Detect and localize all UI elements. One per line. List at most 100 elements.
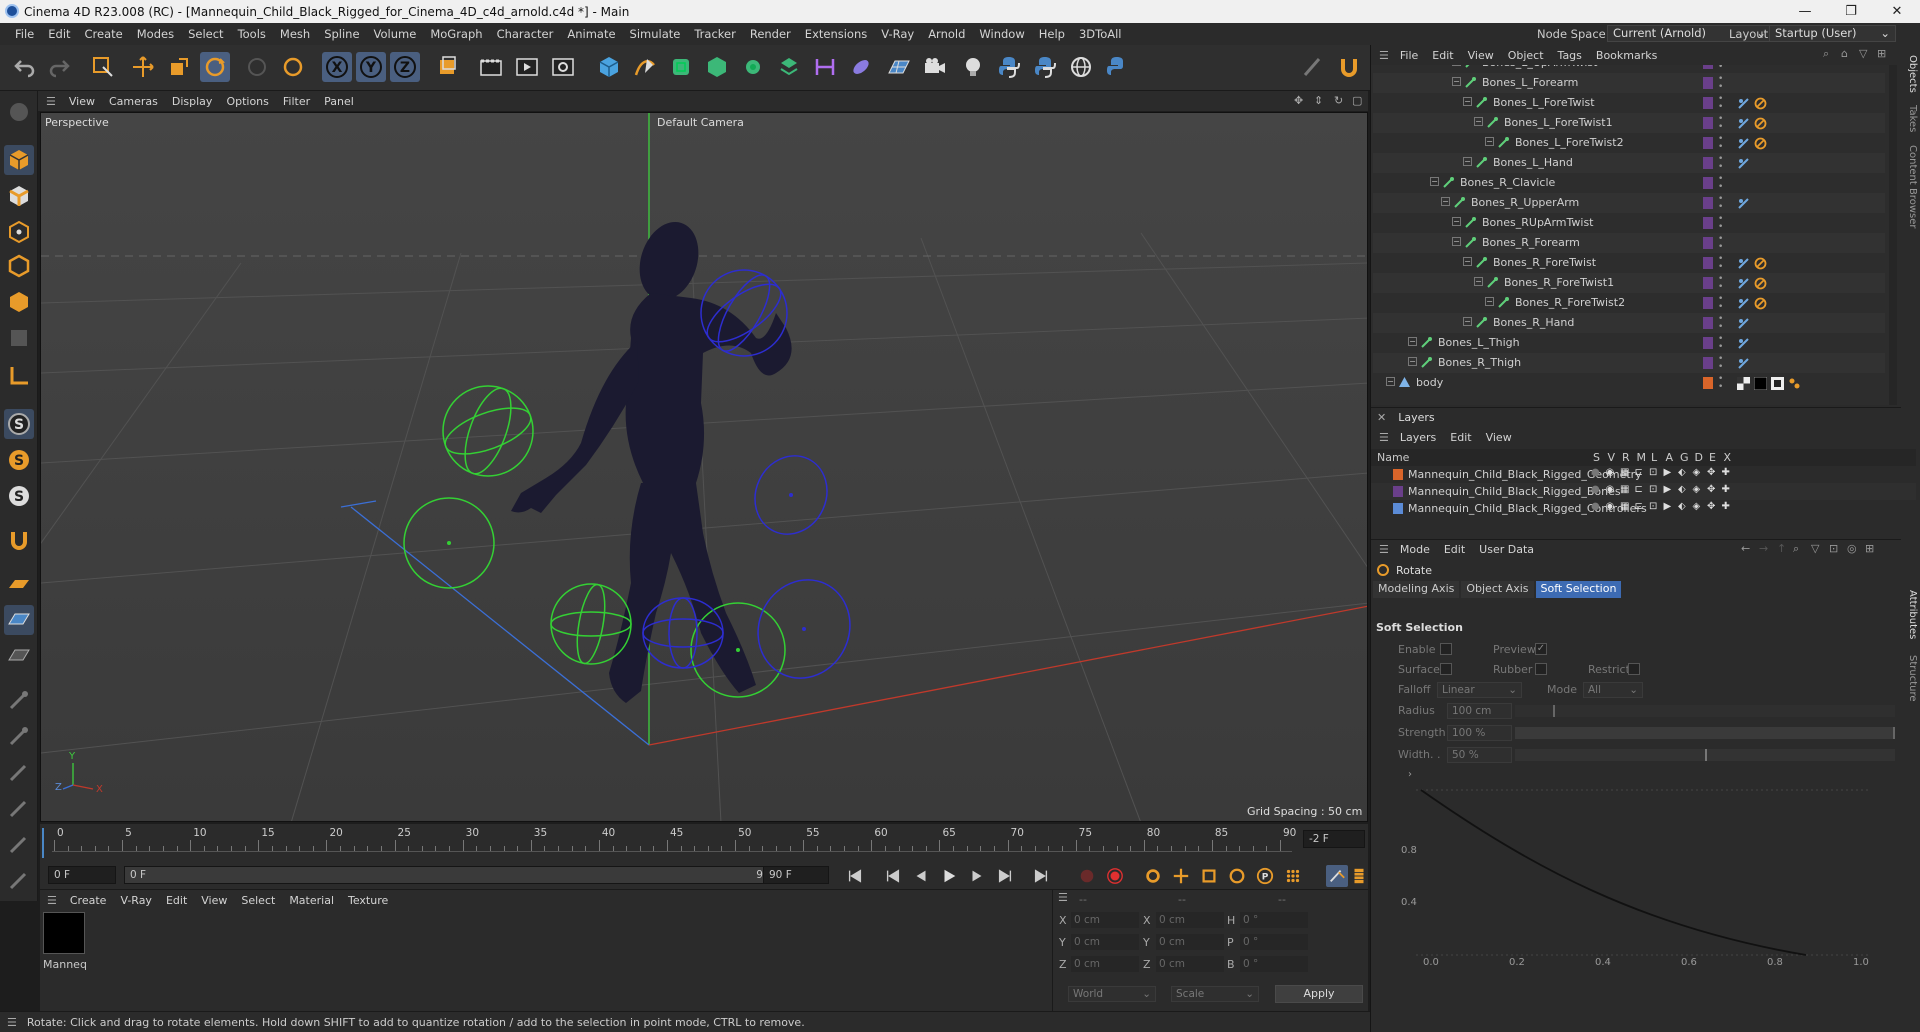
snap-button[interactable] [1334,52,1364,82]
lock-icon[interactable]: ⊡ [1649,467,1657,478]
default-camera-label[interactable]: Default Camera [657,116,744,129]
object-row[interactable]: − Bones_RUpArmTwist • • [1373,213,1885,233]
python-script-button-3[interactable] [1102,52,1132,82]
visibility-dots-icon[interactable]: •• [1718,135,1723,152]
apply-button[interactable]: Apply [1275,985,1363,1003]
eye-icon[interactable]: ◉ [1606,501,1615,512]
ik-tag-icon[interactable] [1736,136,1750,150]
visibility-dots-icon[interactable]: •• [1718,65,1723,72]
material-menu-edit[interactable]: Edit [159,894,194,907]
lock-icon[interactable]: ⊡ [1829,542,1838,555]
restrict-checkbox[interactable] [1628,663,1640,675]
deformer-icon[interactable]: ◈ [1693,501,1701,512]
rotate-alt-button[interactable] [278,52,308,82]
minimize-button[interactable]: — [1782,0,1828,23]
radius-slider-handle[interactable] [1553,705,1555,717]
previous-keyframe-button[interactable] [882,865,904,887]
character-tool-6[interactable] [4,865,34,895]
mograph-button[interactable] [774,52,804,82]
uv-mode-button[interactable] [4,323,34,353]
layers-menu-layers[interactable]: Layers [1393,431,1443,444]
menu-spline[interactable]: Spline [317,27,366,41]
material-menu-texture[interactable]: Texture [341,894,395,907]
make-editable-button[interactable] [4,97,34,127]
strength-slider-handle[interactable] [1893,727,1895,739]
layers-col-a[interactable]: A [1666,451,1674,464]
close-icon[interactable]: ✕ [1377,411,1386,424]
layers-col-s[interactable]: S [1593,451,1600,464]
object-tree-scrollbar[interactable] [1889,65,1897,405]
workplane-button[interactable] [4,569,34,599]
field-button[interactable] [846,52,876,82]
hamburger-icon[interactable]: ☰ [1379,431,1389,444]
ik-tag-icon[interactable] [1736,296,1750,310]
key-rotation-button[interactable] [1226,865,1248,887]
ik-tag-icon[interactable] [1736,156,1750,170]
material-menu-view[interactable]: View [194,894,234,907]
timeline-menu-button[interactable] [1350,865,1368,887]
collapse-toggle-icon[interactable]: − [1452,65,1461,66]
ik-tag-icon[interactable] [1736,196,1750,210]
om-menu-object[interactable]: Object [1501,49,1551,62]
hamburger-icon[interactable]: ☰ [1058,891,1068,904]
visibility-dots-icon[interactable]: •• [1718,155,1723,172]
manager-icon[interactable]: ⊏ [1635,501,1643,512]
cube-primitive-button[interactable] [594,52,624,82]
hamburger-icon[interactable]: ☰ [46,95,56,108]
mode-dropdown[interactable]: All ⌄ [1583,682,1643,698]
render-icon[interactable]: ▦ [1620,467,1629,478]
visibility-dots-icon[interactable]: •• [1718,335,1723,352]
collapse-toggle-icon[interactable]: − [1452,77,1461,86]
axis-mode-button[interactable] [4,361,34,391]
layer-color-swatch[interactable] [1703,97,1713,109]
visibility-dots-icon[interactable]: •• [1718,235,1723,252]
layer-color-swatch[interactable] [1703,157,1713,169]
redo-button[interactable] [44,52,74,82]
visibility-dots-icon[interactable]: •• [1718,75,1723,92]
layer-color-swatch[interactable] [1703,65,1713,69]
home-icon[interactable]: ⌂ [1841,47,1848,60]
lock-icon[interactable]: ⊡ [1649,501,1657,512]
layer-color-swatch[interactable] [1703,237,1713,249]
key-pla-button[interactable] [1282,865,1304,887]
keyframe-selection-button[interactable] [1142,865,1164,887]
layer-row[interactable]: Mannequin_Child_Black_Rigged_Controllers… [1371,500,1916,517]
soft-selection-toggle-2[interactable]: S [4,445,34,475]
orbit-view-icon[interactable]: ↻ [1334,94,1343,107]
collapse-toggle-icon[interactable]: − [1463,157,1472,166]
menu-create[interactable]: Create [78,27,130,41]
layer-color-swatch[interactable] [1703,117,1713,129]
om-menu-bookmarks[interactable]: Bookmarks [1589,49,1664,62]
falloff-dropdown[interactable]: Linear ⌄ [1437,682,1522,698]
coord-value-field[interactable]: 0 cm [1156,912,1224,928]
motion-system-button[interactable] [1326,865,1348,887]
material-menu-vray[interactable]: V-Ray [113,894,159,907]
go-to-end-button[interactable] [1030,865,1052,887]
layer-color-swatch[interactable] [1703,317,1713,329]
layer-color-swatch[interactable] [1703,357,1713,369]
collapse-toggle-icon[interactable]: − [1485,137,1494,146]
polygon-mode-button[interactable] [4,287,34,317]
constraint-tag-icon[interactable] [1753,296,1767,310]
rubber-checkbox[interactable] [1535,663,1547,675]
object-row[interactable]: − Bones_L_ForeTwist1 • • [1373,113,1885,133]
material-tag-icon[interactable] [1753,376,1767,390]
object-row[interactable]: − Bones_L_Forearm • • [1373,73,1885,93]
scale-tool-button[interactable] [164,52,194,82]
attr-menu-mode[interactable]: Mode [1393,543,1437,556]
layers-menu-view[interactable]: View [1479,431,1519,444]
coord-value-field[interactable]: 0 cm [1071,956,1139,972]
constraint-tag-icon[interactable] [1753,256,1767,270]
move-tool-button[interactable] [128,52,158,82]
play-button[interactable] [938,865,960,887]
radius-slider[interactable] [1515,705,1895,717]
layer-color-swatch[interactable] [1393,503,1403,514]
solo-icon[interactable]: ● [1591,501,1600,512]
layer-color-swatch[interactable] [1703,277,1713,289]
undo-button[interactable] [10,52,40,82]
viewport-menu-filter[interactable]: Filter [276,95,317,108]
sculpt-button[interactable] [1298,52,1328,82]
y-axis-button[interactable]: Y [356,52,386,82]
floor-button[interactable] [884,52,914,82]
object-row[interactable]: − Bones_L_Thigh • • [1373,333,1885,353]
